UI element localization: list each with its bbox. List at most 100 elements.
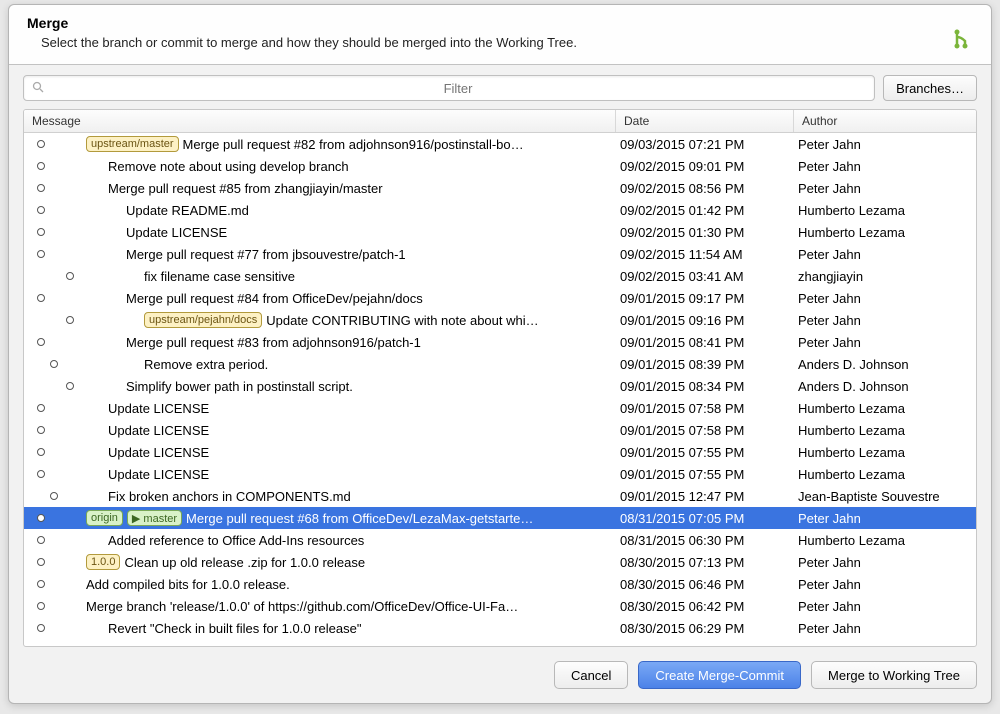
commit-dot-icon bbox=[37, 140, 45, 148]
commit-message-cell: Update LICENSE bbox=[24, 441, 616, 463]
commit-message: Update CONTRIBUTING with note about whi… bbox=[266, 313, 538, 328]
graph-gutter bbox=[28, 419, 82, 441]
commit-dot-icon bbox=[37, 602, 45, 610]
table-row[interactable]: Added reference to Office Add-Ins resour… bbox=[24, 529, 976, 551]
commit-author: Peter Jahn bbox=[794, 313, 976, 328]
graph-gutter bbox=[28, 353, 82, 375]
commit-message: Merge pull request #84 from OfficeDev/pe… bbox=[126, 291, 423, 306]
table-row[interactable]: Update README.md09/02/2015 01:42 PMHumbe… bbox=[24, 199, 976, 221]
commit-author: Anders D. Johnson bbox=[794, 379, 976, 394]
graph-gutter bbox=[28, 331, 82, 353]
commit-dot-icon bbox=[66, 316, 74, 324]
column-message[interactable]: Message bbox=[24, 110, 616, 132]
commit-dot-icon bbox=[37, 228, 45, 236]
ref-badge: origin bbox=[86, 510, 123, 526]
commit-dot-icon bbox=[37, 448, 45, 456]
commit-message: Merge pull request #68 from OfficeDev/Le… bbox=[186, 511, 533, 526]
table-row[interactable]: Update LICENSE09/01/2015 07:55 PMHumbert… bbox=[24, 463, 976, 485]
commit-date: 09/01/2015 09:17 PM bbox=[616, 291, 794, 306]
table-row[interactable]: fix filename case sensitive09/02/2015 03… bbox=[24, 265, 976, 287]
commit-message-cell: Merge branch 'release/1.0.0' of https://… bbox=[24, 595, 616, 617]
table-row[interactable]: Add compiled bits for 1.0.0 release. 08/3… bbox=[24, 573, 976, 595]
column-author[interactable]: Author bbox=[794, 110, 976, 132]
commit-dot-icon bbox=[37, 184, 45, 192]
commit-author: Anders D. Johnson bbox=[794, 357, 976, 372]
cancel-button[interactable]: Cancel bbox=[554, 661, 628, 689]
commit-date: 09/01/2015 09:16 PM bbox=[616, 313, 794, 328]
graph-gutter bbox=[28, 243, 82, 265]
commit-message: Merge pull request #85 from zhangjiayin/… bbox=[108, 181, 383, 196]
commit-author: Peter Jahn bbox=[794, 621, 976, 636]
commit-date: 09/02/2015 01:42 PM bbox=[616, 203, 794, 218]
commit-author: Peter Jahn bbox=[794, 555, 976, 570]
commit-date: 08/30/2015 06:46 PM bbox=[616, 577, 794, 592]
commit-author: Humberto Lezama bbox=[794, 401, 976, 416]
commit-message: Merge pull request #77 from jbsouvestre/… bbox=[126, 247, 406, 262]
commit-message: Add compiled bits for 1.0.0 release. bbox=[86, 577, 290, 592]
table-row[interactable]: Remove note about using develop branch09… bbox=[24, 155, 976, 177]
graph-gutter bbox=[28, 133, 82, 155]
commit-message-cell: Update LICENSE bbox=[24, 419, 616, 441]
filter-input[interactable] bbox=[50, 81, 866, 96]
table-row[interactable]: 1.0.0Clean up old release .zip for 1.0.0… bbox=[24, 551, 976, 573]
commit-message-cell: Fix broken anchors in COMPONENTS.md bbox=[24, 485, 616, 507]
filter-box[interactable] bbox=[23, 75, 875, 101]
table-row[interactable]: origin▶ masterMerge pull request #68 fro… bbox=[24, 507, 976, 529]
graph-gutter bbox=[28, 485, 82, 507]
table-row[interactable]: Update LICENSE09/02/2015 01:30 PMHumbert… bbox=[24, 221, 976, 243]
ref-badge: 1.0.0 bbox=[86, 554, 120, 570]
table-body[interactable]: upstream/masterMerge pull request #82 fr… bbox=[24, 133, 976, 646]
commit-message: Update README.md bbox=[126, 203, 249, 218]
commit-message-cell: fix filename case sensitive bbox=[24, 265, 616, 287]
create-merge-commit-button[interactable]: Create Merge-Commit bbox=[638, 661, 801, 689]
table-row[interactable]: Merge pull request #85 from zhangjiayin/… bbox=[24, 177, 976, 199]
commit-author: Peter Jahn bbox=[794, 599, 976, 614]
graph-gutter bbox=[28, 507, 82, 529]
table-row[interactable]: upstream/masterMerge pull request #82 fr… bbox=[24, 133, 976, 155]
table-header: Message Date Author bbox=[24, 110, 976, 133]
commit-dot-icon bbox=[37, 206, 45, 214]
table-row[interactable]: Revert "Check in built files for 1.0.0 r… bbox=[24, 617, 976, 639]
commit-dot-icon bbox=[37, 536, 45, 544]
table-row[interactable]: Update LICENSE 09/01/2015 07:55 PMHumbert… bbox=[24, 441, 976, 463]
commit-date: 08/30/2015 06:29 PM bbox=[616, 621, 794, 636]
graph-gutter bbox=[28, 177, 82, 199]
commit-dot-icon bbox=[37, 250, 45, 258]
commit-author: Humberto Lezama bbox=[794, 467, 976, 482]
commit-author: Humberto Lezama bbox=[794, 423, 976, 438]
commit-message: Update LICENSE bbox=[108, 445, 209, 460]
commit-date: 09/02/2015 08:56 PM bbox=[616, 181, 794, 196]
commit-dot-icon bbox=[37, 624, 45, 632]
commit-author: Humberto Lezama bbox=[794, 445, 976, 460]
commit-message: Fix broken anchors in COMPONENTS.md bbox=[108, 489, 351, 504]
commit-dot-icon bbox=[37, 162, 45, 170]
commit-message: Added reference to Office Add-Ins resour… bbox=[108, 533, 364, 548]
commit-message: fix filename case sensitive bbox=[144, 269, 295, 284]
table-row[interactable]: Merge pull request #83 from adjohnson916… bbox=[24, 331, 976, 353]
commit-message: Update LICENSE bbox=[108, 423, 209, 438]
table-row[interactable]: Update LICENSE09/01/2015 07:58 PMHumbert… bbox=[24, 419, 976, 441]
dialog-title: Merge bbox=[27, 15, 973, 31]
graph-gutter bbox=[28, 397, 82, 419]
graph-gutter bbox=[28, 375, 82, 397]
column-date[interactable]: Date bbox=[616, 110, 794, 132]
table-row[interactable]: upstream/pejahn/docsUpdate CONTRIBUTING … bbox=[24, 309, 976, 331]
commit-message-cell: Revert "Check in built files for 1.0.0 r… bbox=[24, 617, 616, 639]
table-row[interactable]: Update LICENSE09/01/2015 07:58 PMHumbert… bbox=[24, 397, 976, 419]
table-row[interactable]: Merge branch 'release/1.0.0' of https://… bbox=[24, 595, 976, 617]
commit-date: 09/01/2015 08:34 PM bbox=[616, 379, 794, 394]
search-icon bbox=[32, 81, 44, 96]
table-row[interactable]: Simplify bower path in postinstall scrip… bbox=[24, 375, 976, 397]
table-row[interactable]: Merge pull request #84 from OfficeDev/pe… bbox=[24, 287, 976, 309]
branches-button[interactable]: Branches… bbox=[883, 75, 977, 101]
commit-dot-icon bbox=[37, 404, 45, 412]
commit-dot-icon bbox=[37, 514, 45, 522]
graph-gutter bbox=[28, 529, 82, 551]
commit-message: Update LICENSE bbox=[108, 401, 209, 416]
table-row[interactable]: Merge pull request #77 from jbsouvestre/… bbox=[24, 243, 976, 265]
table-row[interactable]: Remove extra period.09/01/2015 08:39 PMA… bbox=[24, 353, 976, 375]
commit-date: 09/01/2015 07:55 PM bbox=[616, 445, 794, 460]
merge-to-working-tree-button[interactable]: Merge to Working Tree bbox=[811, 661, 977, 689]
commit-date: 09/01/2015 08:39 PM bbox=[616, 357, 794, 372]
table-row[interactable]: Fix broken anchors in COMPONENTS.md09/01… bbox=[24, 485, 976, 507]
